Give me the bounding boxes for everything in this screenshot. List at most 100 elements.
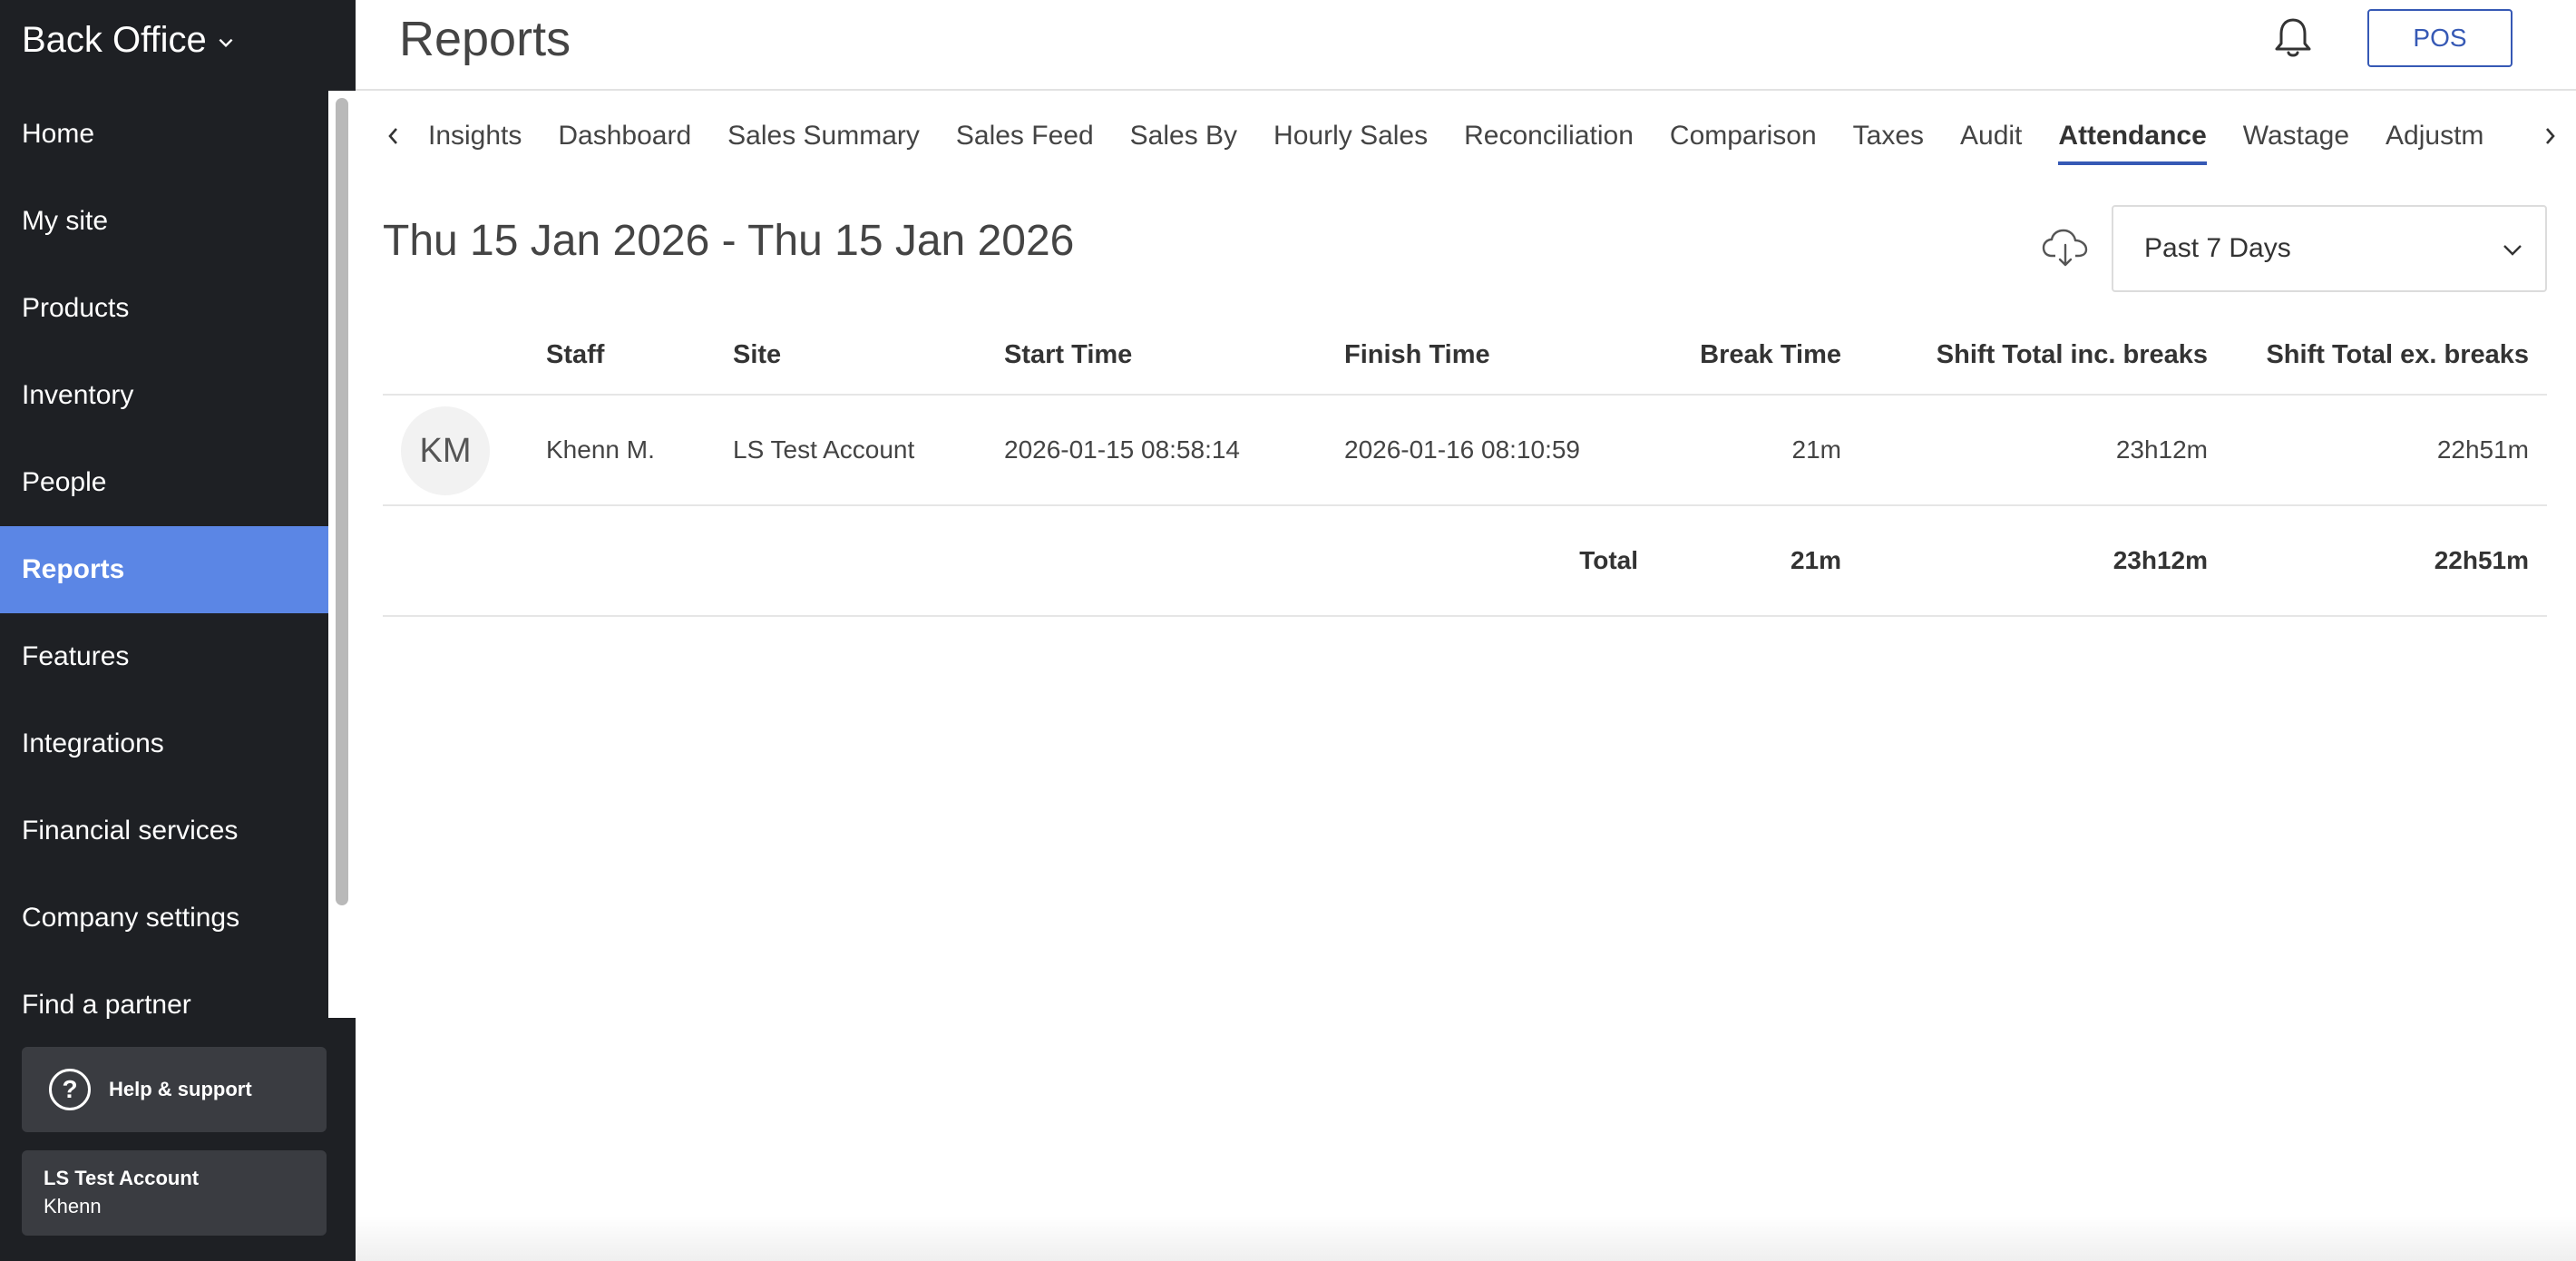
tab-label: Reconciliation <box>1464 121 1634 151</box>
tab-dashboard[interactable]: Dashboard <box>558 91 691 181</box>
tab-label: Wastage <box>2242 121 2350 151</box>
sidebar-item-my-site[interactable]: My site <box>0 178 328 265</box>
tab-strip: Insights Dashboard Sales Summary Sales F… <box>428 91 2522 181</box>
sidebar-item-company-settings[interactable]: Company settings <box>0 875 328 962</box>
cell-start-time: 2026-01-15 08:58:14 <box>1004 435 1240 464</box>
tab-label: Adjustm <box>2386 121 2484 151</box>
tab-sales-feed[interactable]: Sales Feed <box>956 91 1094 181</box>
sidebar-item-integrations[interactable]: Integrations <box>0 700 328 787</box>
sidebar-item-label: Products <box>22 293 130 323</box>
cell-break-time: 21m <box>1791 435 1841 464</box>
app-switcher[interactable]: Back Office <box>22 15 236 65</box>
cell-shift-total-ex-breaks: 22h51m <box>2436 435 2529 464</box>
bottom-fade <box>356 1216 2576 1261</box>
sidebar-item-label: Find a partner <box>22 990 191 1020</box>
tab-attendance[interactable]: Attendance <box>2058 91 2208 181</box>
tab-sales-by[interactable]: Sales By <box>1130 91 1237 181</box>
sidebar-item-home[interactable]: Home <box>0 91 328 178</box>
table-total-row: Total 21m 23h12m 22h51m <box>383 506 2547 617</box>
account-switcher[interactable]: LS Test Account Khenn <box>22 1150 327 1236</box>
sidebar-item-reports[interactable]: Reports <box>0 526 328 613</box>
total-shift-ex-breaks: 22h51m <box>2434 546 2529 574</box>
tab-label: Attendance <box>2058 121 2207 151</box>
sidebar-item-financial-services[interactable]: Financial services <box>0 787 328 875</box>
chevron-down-icon <box>219 38 233 48</box>
tab-wastage[interactable]: Wastage <box>2243 91 2349 181</box>
avatar: KM <box>401 406 490 495</box>
total-label: Total <box>1579 546 1638 574</box>
sidebar-item-label: My site <box>22 206 109 236</box>
column-header-shift-total-ex-breaks[interactable]: Shift Total ex. breaks <box>2233 316 2529 394</box>
sidebar-scrollbar[interactable] <box>328 91 356 1018</box>
sidebar-item-label: People <box>22 467 107 497</box>
sidebar-item-label: Inventory <box>22 380 134 410</box>
sidebar-item-products[interactable]: Products <box>0 265 328 352</box>
tab-insights[interactable]: Insights <box>428 91 522 181</box>
table-header-row: Staff Site Start Time Finish Time Break … <box>383 316 2547 396</box>
chevron-left-icon <box>388 128 397 144</box>
sidebar-scrollbar-thumb[interactable] <box>336 98 348 905</box>
help-support-label: Help & support <box>109 1078 252 1100</box>
cell-staff: Khenn M. <box>546 435 655 464</box>
column-header-shift-total-inc-breaks[interactable]: Shift Total inc. breaks <box>1870 316 2208 394</box>
column-header-finish-time[interactable]: Finish Time <box>1344 316 1490 394</box>
sidebar-item-features[interactable]: Features <box>0 613 328 700</box>
tab-audit[interactable]: Audit <box>1960 91 2022 181</box>
pos-button[interactable]: POS <box>2367 9 2513 67</box>
tabs-scroll-left-button[interactable] <box>379 118 406 154</box>
sidebar-nav: Home My site Products Inventory People R… <box>0 91 328 1049</box>
question-icon: ? <box>49 1069 91 1110</box>
sidebar-item-label: Features <box>22 641 130 671</box>
tab-label: Taxes <box>1852 121 1925 151</box>
sidebar-item-label: Reports <box>22 554 125 584</box>
sidebar-item-label: Integrations <box>22 728 164 758</box>
date-range-title: Thu 15 Jan 2026 - Thu 15 Jan 2026 <box>383 217 1075 265</box>
app-title: Back Office <box>22 19 207 60</box>
sidebar-item-find-a-partner[interactable]: Find a partner <box>0 962 328 1049</box>
tab-sales-summary[interactable]: Sales Summary <box>727 91 920 181</box>
cell-shift-total-inc-breaks: 23h12m <box>2115 435 2208 464</box>
tab-adjustments[interactable]: Adjustm <box>2386 91 2483 181</box>
tab-hourly-sales[interactable]: Hourly Sales <box>1273 91 1428 181</box>
tab-label: Comparison <box>1669 121 1817 151</box>
attendance-table: Staff Site Start Time Finish Time Break … <box>383 316 2547 617</box>
tab-label: Hourly Sales <box>1273 121 1429 151</box>
tab-comparison[interactable]: Comparison <box>1670 91 1817 181</box>
cloud-download-icon[interactable] <box>2041 227 2090 269</box>
sidebar-item-inventory[interactable]: Inventory <box>0 352 328 439</box>
period-select[interactable]: Past 7 Days <box>2112 205 2547 292</box>
total-break-time: 21m <box>1790 546 1841 574</box>
sidebar-item-label: Financial services <box>22 816 239 846</box>
period-select-value: Past 7 Days <box>2144 233 2291 263</box>
column-header-staff[interactable]: Staff <box>546 316 604 394</box>
chevron-down-icon <box>2503 245 2522 256</box>
account-user: Khenn <box>44 1195 102 1217</box>
page-title: Reports <box>399 12 571 66</box>
cell-finish-time: 2026-01-16 08:10:59 <box>1344 435 1580 464</box>
total-shift-inc-breaks: 23h12m <box>2113 546 2208 574</box>
sidebar-item-label: Home <box>22 119 95 149</box>
tab-reconciliation[interactable]: Reconciliation <box>1464 91 1634 181</box>
sidebar-item-label: Company settings <box>22 903 240 933</box>
tab-taxes[interactable]: Taxes <box>1853 91 1924 181</box>
column-header-start-time[interactable]: Start Time <box>1004 316 1132 394</box>
column-header-site[interactable]: Site <box>733 316 781 394</box>
tabs-scroll-right-button[interactable] <box>2532 118 2560 154</box>
tab-label: Sales Feed <box>955 121 1094 151</box>
tab-label: Sales Summary <box>727 121 920 151</box>
pos-button-label: POS <box>2413 24 2467 52</box>
cell-site: LS Test Account <box>733 435 915 464</box>
chevron-right-icon <box>2546 128 2555 144</box>
help-support-button[interactable]: ? Help & support <box>22 1047 327 1132</box>
report-tabs: Insights Dashboard Sales Summary Sales F… <box>356 91 2576 181</box>
tab-label: Audit <box>1960 121 2023 151</box>
tab-label: Sales By <box>1129 121 1238 151</box>
sidebar-item-people[interactable]: People <box>0 439 328 526</box>
column-header-break-time[interactable]: Break Time <box>1653 316 1841 394</box>
table-row[interactable]: KM Khenn M. LS Test Account 2026-01-15 0… <box>383 396 2547 506</box>
sidebar: Back Office Home My site Products Invent… <box>0 0 356 1261</box>
account-name: LS Test Account <box>44 1167 200 1189</box>
tab-label: Dashboard <box>558 121 692 151</box>
tab-label: Insights <box>428 121 522 151</box>
bell-icon[interactable] <box>2268 13 2318 64</box>
